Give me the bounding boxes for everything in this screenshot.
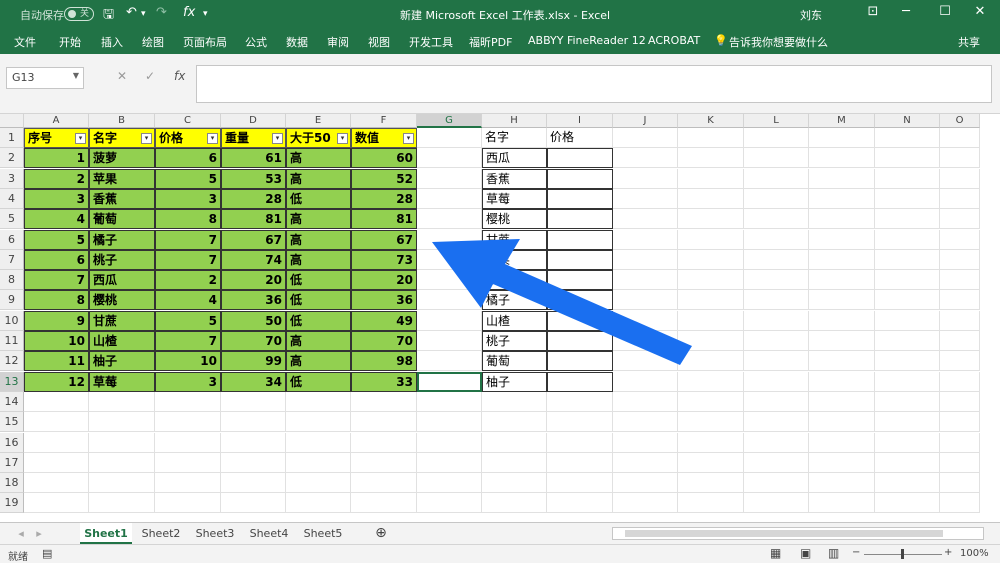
scroll-right-icon[interactable]: ▸	[32, 523, 46, 544]
status-ready: 就绪	[8, 552, 28, 563]
sheet-tab-5[interactable]: Sheet5	[298, 523, 348, 544]
name-box[interactable]: G13 ▼	[6, 67, 84, 89]
worksheet-grid[interactable]: ABCDEFGHIJKLMNO 1 2 3 4 5 6 7 8 9 10 11 12 13 14 15 16 1…	[0, 114, 1000, 522]
arrow-shape	[432, 239, 692, 365]
cancel-icon[interactable]: ✕	[117, 69, 127, 83]
page-layout-view-icon[interactable]: ▣	[800, 546, 811, 560]
user-name[interactable]: 刘东	[800, 7, 822, 23]
share-button[interactable]: 共享	[958, 34, 980, 50]
zoom-out-icon[interactable]: −	[852, 547, 860, 558]
tab-review[interactable]: 审阅	[327, 34, 349, 50]
zoom-slider-thumb[interactable]	[901, 549, 904, 559]
tab-acrobat[interactable]: ACROBAT	[648, 34, 700, 47]
sheet-tab-1[interactable]: Sheet1	[80, 523, 132, 544]
minimize-button[interactable]: ─	[891, 4, 921, 19]
sheet-tab-2[interactable]: Sheet2	[136, 523, 186, 544]
scrollbar-thumb[interactable]	[625, 530, 943, 537]
enter-icon[interactable]: ✓	[145, 69, 155, 83]
window-title: 新建 Microsoft Excel 工作表.xlsx - Excel	[400, 9, 611, 22]
undo-icon[interactable]: ↶	[126, 5, 137, 20]
zoom-level[interactable]: 100%	[960, 548, 989, 559]
sheet-tab-4[interactable]: Sheet4	[244, 523, 294, 544]
close-button[interactable]: ✕	[965, 4, 995, 19]
tab-page-layout[interactable]: 页面布局	[183, 34, 227, 50]
formula-input[interactable]	[196, 65, 992, 103]
scroll-left-icon[interactable]: ◂	[14, 523, 28, 544]
redo-icon[interactable]: ↷	[156, 5, 167, 20]
title-bar: 自动保存 关 🖫 ↶ ▾ ↷ fx ▾ 新建 Microsoft Excel 工…	[0, 0, 1000, 28]
tab-draw[interactable]: 绘图	[142, 34, 164, 50]
zoom-in-icon[interactable]: +	[944, 547, 952, 558]
name-box-value: G13	[12, 71, 35, 84]
ribbon-tabs: 文件 开始 插入 绘图 页面布局 公式 数据 审阅 视图 开发工具 福昕PDF …	[0, 28, 1000, 54]
insert-function-icon[interactable]: fx	[174, 69, 185, 83]
fx-qat-icon[interactable]: fx	[183, 5, 195, 20]
macro-record-icon[interactable]: ▤	[42, 547, 52, 560]
save-icon[interactable]: 🖫	[103, 5, 114, 27]
formula-bar: G13 ▼ ✕ ✓ fx	[0, 54, 1000, 114]
add-sheet-icon[interactable]: ⊕	[372, 523, 390, 544]
lightbulb-icon: 💡	[714, 34, 728, 47]
tab-developer[interactable]: 开发工具	[409, 34, 453, 50]
tab-file[interactable]: 文件	[14, 34, 36, 50]
autosave-toggle[interactable]: 关	[64, 7, 94, 21]
tab-foxit-pdf[interactable]: 福昕PDF	[469, 34, 512, 50]
horizontal-scrollbar[interactable]	[612, 527, 984, 540]
sheet-tab-bar: ◂ ▸ Sheet1 Sheet2 Sheet3 Sheet4 Sheet5 ⊕	[0, 522, 1000, 544]
undo-dropdown-icon[interactable]: ▾	[141, 9, 146, 19]
tab-home[interactable]: 开始	[59, 34, 81, 50]
chevron-down-icon[interactable]: ▼	[73, 71, 79, 80]
tab-insert[interactable]: 插入	[101, 34, 123, 50]
tab-abbyy[interactable]: ABBYY FineReader 12	[528, 34, 646, 47]
maximize-button[interactable]: ☐	[930, 4, 960, 19]
qat-customize-icon[interactable]: ▾	[203, 9, 208, 19]
tab-data[interactable]: 数据	[286, 34, 308, 50]
tab-view[interactable]: 视图	[368, 34, 390, 50]
normal-view-icon[interactable]: ▦	[770, 546, 781, 560]
tell-me-search[interactable]: 告诉我你想要做什么	[729, 34, 828, 50]
autosave-label: 自动保存	[20, 9, 64, 22]
ribbon-display-icon[interactable]: ⊡	[858, 4, 888, 19]
blue-arrow-annotation	[432, 239, 692, 365]
status-bar: 就绪 ▤ ▦ ▣ ▥ − + 100%	[0, 544, 1000, 563]
sheet-tab-3[interactable]: Sheet3	[190, 523, 240, 544]
tab-formulas[interactable]: 公式	[245, 34, 267, 50]
page-break-view-icon[interactable]: ▥	[828, 546, 839, 560]
